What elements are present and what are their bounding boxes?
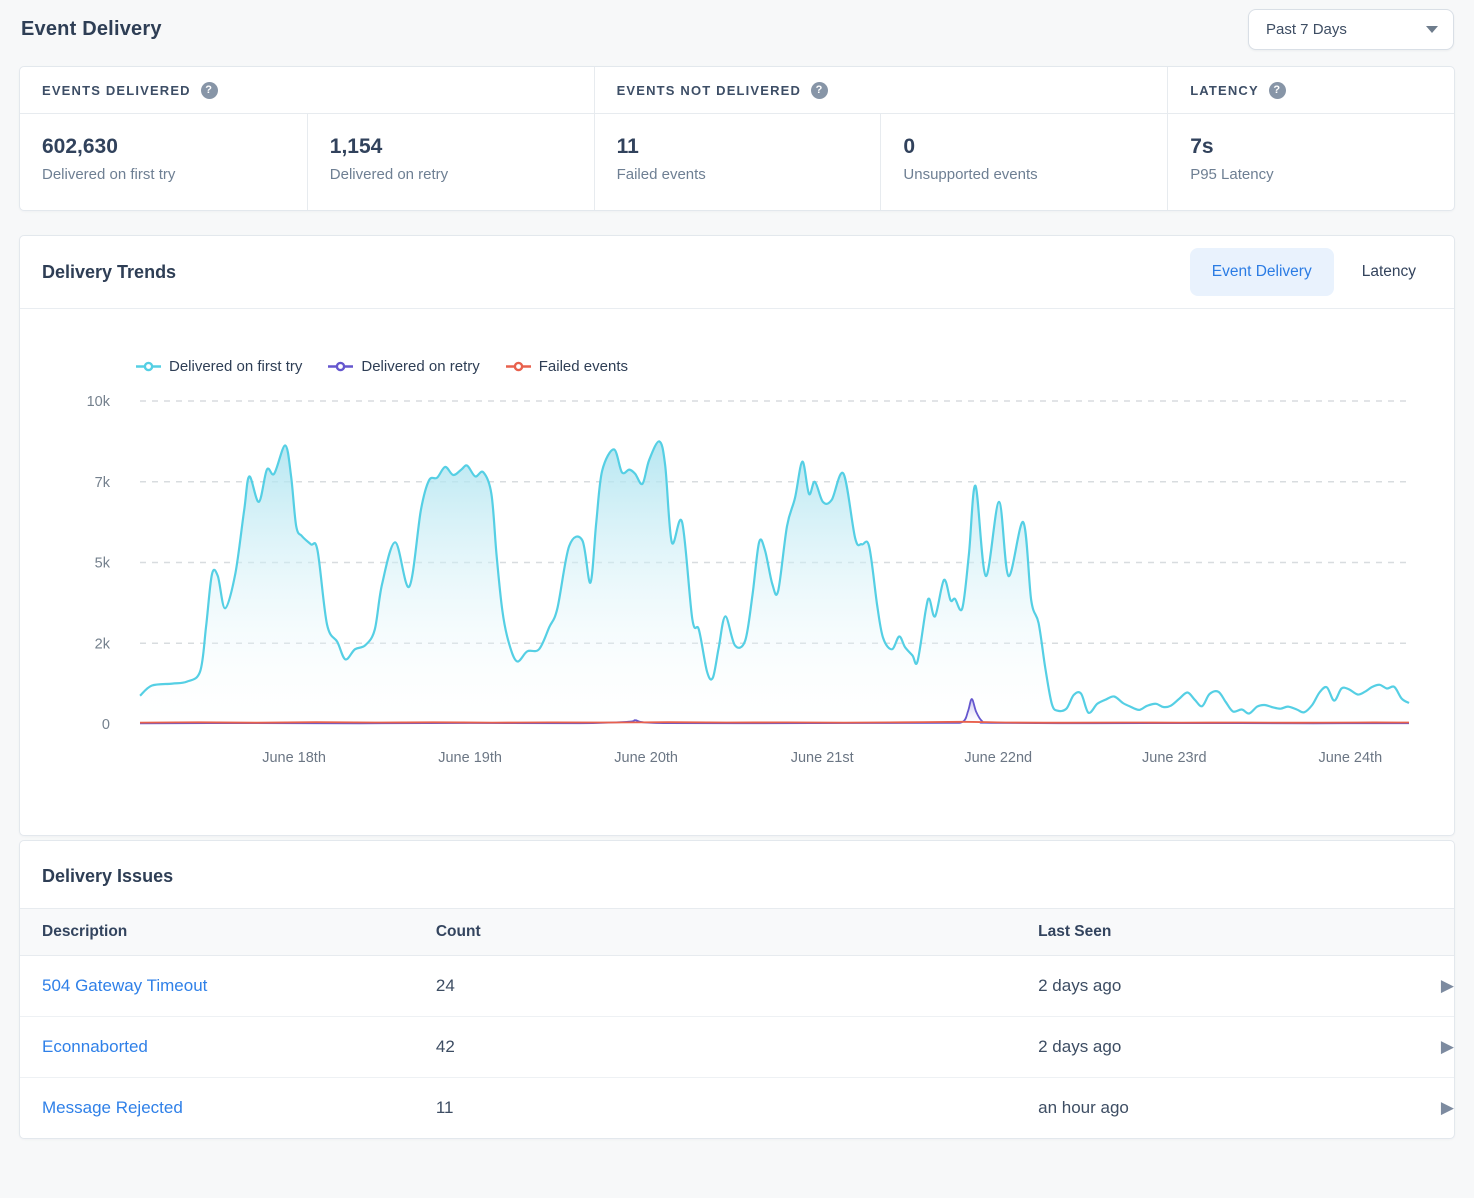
page-title: Event Delivery	[21, 18, 162, 41]
issue-description-cell: Message Rejected	[20, 1078, 436, 1139]
svg-text:June 22nd: June 22nd	[964, 750, 1032, 766]
stats-group-label: EVENTS NOT DELIVERED	[617, 83, 801, 98]
legend-marker-icon	[328, 361, 353, 372]
delivery-issues-card: Delivery Issues DescriptionCountLast See…	[19, 840, 1455, 1139]
issues-col-header: Description	[20, 909, 436, 956]
stats-grid: EVENTS DELIVERED?EVENTS NOT DELIVERED?LA…	[20, 67, 1454, 210]
issue-count-cell: 24	[436, 956, 1038, 1017]
stats-group-label: EVENTS DELIVERED	[42, 83, 191, 98]
stats-group-label: LATENCY	[1190, 83, 1259, 98]
help-icon[interactable]: ?	[201, 82, 218, 99]
chart-area: Delivered on first try Delivered on retry…	[20, 309, 1454, 835]
help-icon[interactable]: ?	[1269, 82, 1286, 99]
legend-label: Delivered on retry	[361, 358, 479, 375]
legend-marker-icon	[136, 361, 161, 372]
delivery-issues-title-wrap: Delivery Issues	[20, 841, 1454, 908]
stat-value: 0	[903, 135, 1145, 159]
stat-label: Unsupported events	[903, 166, 1145, 183]
issues-col-header: Count	[436, 909, 1038, 956]
date-range-value: Past 7 Days	[1266, 21, 1347, 38]
delivery-trends-title: Delivery Trends	[42, 262, 176, 283]
stats-group-header[interactable]: EVENTS DELIVERED?	[20, 67, 594, 114]
delivery-issues-title: Delivery Issues	[42, 866, 1432, 887]
legend-marker-icon	[506, 361, 531, 372]
stat-value: 11	[617, 135, 859, 159]
svg-text:June 18th: June 18th	[262, 750, 326, 766]
svg-text:7k: 7k	[95, 475, 111, 491]
chevron-right-icon[interactable]: ▶	[1390, 1078, 1454, 1139]
event-delivery-page: Event Delivery Past 7 Days EVENTS DELIVE…	[0, 0, 1474, 1151]
chart-legend: Delivered on first try Delivered on retry…	[136, 355, 1454, 377]
svg-text:0: 0	[102, 717, 110, 733]
svg-text:5k: 5k	[95, 556, 111, 572]
stat-cell: 1,154 Delivered on retry	[307, 114, 594, 210]
issue-last-seen-cell: 2 days ago	[1038, 956, 1390, 1017]
legend-item: Delivered on retry	[328, 358, 479, 375]
stat-cell: 0 Unsupported events	[880, 114, 1167, 210]
legend-item: Delivered on first try	[136, 358, 302, 375]
legend-label: Failed events	[539, 358, 628, 375]
delivery-trends-header: Delivery Trends Event DeliveryLatency	[20, 236, 1454, 309]
svg-text:June 20th: June 20th	[614, 750, 678, 766]
svg-text:June 19th: June 19th	[438, 750, 502, 766]
svg-text:2k: 2k	[95, 636, 111, 652]
chevron-right-icon[interactable]: ▶	[1390, 1017, 1454, 1078]
svg-text:June 24th: June 24th	[1318, 750, 1382, 766]
issue-count-cell: 42	[436, 1017, 1038, 1078]
stat-value: 602,630	[42, 135, 285, 159]
stat-cell: 7s P95 Latency	[1167, 114, 1454, 210]
delivery-issues-table: DescriptionCountLast Seen 504 Gateway Ti…	[20, 908, 1454, 1138]
issue-link[interactable]: Message Rejected	[42, 1098, 183, 1117]
trend-tabs: Event DeliveryLatency	[1190, 248, 1438, 296]
help-icon[interactable]: ?	[811, 82, 828, 99]
issue-link[interactable]: 504 Gateway Timeout	[42, 976, 207, 995]
page-header: Event Delivery Past 7 Days	[19, 0, 1455, 66]
table-row[interactable]: Econnaborted 422 days ago▶	[20, 1017, 1454, 1078]
stat-label: Delivered on retry	[330, 166, 572, 183]
table-row[interactable]: Message Rejected 11an hour ago▶	[20, 1078, 1454, 1139]
legend-item: Failed events	[506, 358, 628, 375]
legend-label: Delivered on first try	[169, 358, 302, 375]
stat-label: Delivered on first try	[42, 166, 285, 183]
stat-value: 1,154	[330, 135, 572, 159]
issue-description-cell: 504 Gateway Timeout	[20, 956, 436, 1017]
issues-header-row: DescriptionCountLast Seen	[20, 909, 1454, 956]
issue-count-cell: 11	[436, 1078, 1038, 1139]
issue-last-seen-cell: an hour ago	[1038, 1078, 1390, 1139]
stats-group-header[interactable]: EVENTS NOT DELIVERED?	[594, 67, 1168, 114]
issues-col-header-spacer	[1390, 909, 1454, 956]
svg-text:10k: 10k	[87, 394, 111, 410]
stat-label: P95 Latency	[1190, 166, 1432, 183]
stat-value: 7s	[1190, 135, 1432, 159]
issue-last-seen-cell: 2 days ago	[1038, 1017, 1390, 1078]
issue-description-cell: Econnaborted	[20, 1017, 436, 1078]
chart-series	[140, 441, 1409, 724]
tab-event-delivery[interactable]: Event Delivery	[1190, 248, 1334, 296]
delivery-trends-chart: 0 2k 5k 7k 10k June 18th June 19th June 20th Jun…	[20, 381, 1455, 811]
table-row[interactable]: 504 Gateway Timeout 242 days ago▶	[20, 956, 1454, 1017]
issue-link[interactable]: Econnaborted	[42, 1037, 148, 1056]
chevron-down-icon	[1426, 26, 1438, 33]
stats-card: EVENTS DELIVERED?EVENTS NOT DELIVERED?LA…	[19, 66, 1455, 211]
chevron-right-icon[interactable]: ▶	[1390, 956, 1454, 1017]
svg-text:June 23rd: June 23rd	[1142, 750, 1207, 766]
stat-cell: 11 Failed events	[594, 114, 881, 210]
issues-col-header: Last Seen	[1038, 909, 1390, 956]
delivery-trends-card: Delivery Trends Event DeliveryLatency De…	[19, 235, 1455, 836]
stat-cell: 602,630 Delivered on first try	[20, 114, 307, 210]
date-range-dropdown[interactable]: Past 7 Days	[1248, 9, 1454, 50]
svg-text:June 21st: June 21st	[791, 750, 854, 766]
stat-label: Failed events	[617, 166, 859, 183]
stats-group-header[interactable]: LATENCY?	[1167, 67, 1454, 114]
tab-latency[interactable]: Latency	[1340, 248, 1438, 296]
